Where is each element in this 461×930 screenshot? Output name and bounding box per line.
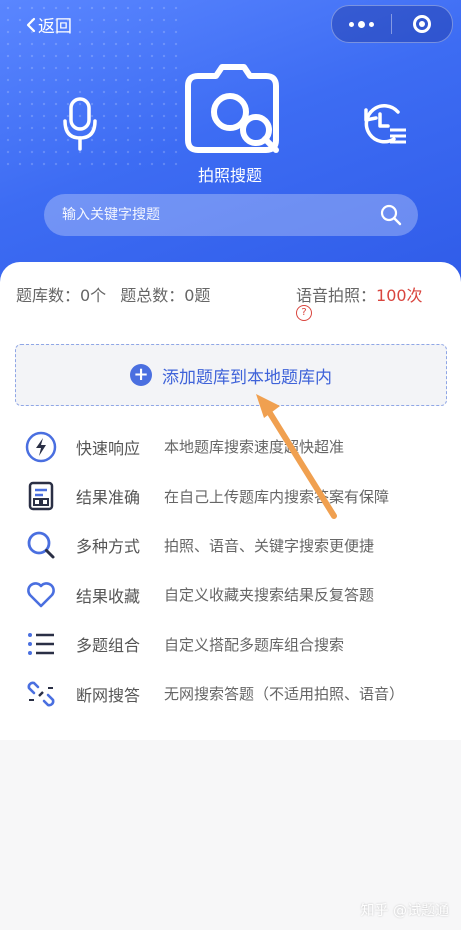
list-icon <box>25 628 57 660</box>
add-bank-label: 添加题库到本地题库内 <box>162 367 332 388</box>
microphone-icon <box>63 97 97 151</box>
photo-search-button[interactable] <box>182 62 282 162</box>
feature-name: 快速响应 <box>76 438 141 458</box>
heart-icon <box>25 579 57 611</box>
dot-icon <box>369 21 374 27</box>
document-icon <box>25 480 57 512</box>
target-circle-icon <box>413 15 431 33</box>
feature-item: 结果准确 在自己上传题库内搜索答案有保障 <box>0 471 461 520</box>
feature-list: 快速响应 本地题库搜索速度超快超准 结果准确 在自己上传题库内搜索答案有保障 多… <box>0 422 461 718</box>
feature-desc: 本地题库搜索速度超快超准 <box>164 438 345 457</box>
camera-search-icon <box>185 64 279 153</box>
feature-item: 多题组合 自定义搭配多题库组合搜索 <box>0 620 461 669</box>
question-total: 题总数：0题 <box>120 286 211 305</box>
photo-search-label: 拍照搜题 <box>197 166 262 185</box>
voice-quota-label: 语音拍照： <box>296 286 377 305</box>
dot-icon <box>358 20 365 28</box>
back-label: 返回 <box>38 17 72 37</box>
chevron-left-icon <box>26 17 36 32</box>
close-miniprogram-button[interactable] <box>392 15 452 33</box>
voice-search-button[interactable] <box>60 96 100 156</box>
search-icon <box>25 529 57 561</box>
voice-quota-count: 100次 <box>376 286 423 305</box>
content-card: 题库数：0个 题总数：0题 语音拍照：100次 ? + 添加题库到本地题库内 快速… <box>0 262 461 740</box>
feature-desc: 自定义搭配多题库组合搜索 <box>164 635 345 654</box>
feature-name: 结果准确 <box>76 488 141 508</box>
search-bar[interactable] <box>44 194 418 236</box>
history-icon <box>364 104 406 144</box>
feature-name: 多题组合 <box>76 636 141 656</box>
back-button[interactable]: 返回 <box>26 12 72 37</box>
feature-item: 断网搜答 无网搜索答题（不适用拍照、语音） <box>0 669 461 718</box>
help-icon[interactable]: ? <box>296 305 312 321</box>
feature-item: 结果收藏 自定义收藏夹搜索结果反复答题 <box>0 570 461 619</box>
miniprogram-capsule <box>331 5 453 43</box>
more-menu-button[interactable] <box>332 20 391 28</box>
lightning-icon <box>25 431 57 463</box>
voice-photo-quota: 语音拍照：100次 <box>296 282 423 306</box>
feature-desc: 拍照、语音、关键字搜索更便捷 <box>164 536 375 555</box>
header-banner: 返回 拍照搜题 <box>0 0 461 300</box>
feature-name: 多种方式 <box>76 537 141 557</box>
feature-desc: 在自己上传题库内搜索答案有保障 <box>164 487 390 506</box>
history-button[interactable] <box>360 100 410 154</box>
search-input[interactable] <box>60 206 380 224</box>
add-question-bank-button[interactable]: + 添加题库到本地题库内 <box>15 344 447 406</box>
bank-count: 题库数：0个 <box>16 286 107 305</box>
dot-icon <box>349 21 354 27</box>
feature-name: 断网搜答 <box>76 685 141 705</box>
feature-name: 结果收藏 <box>76 586 141 606</box>
feature-item: 多种方式 拍照、语音、关键字搜索更便捷 <box>0 521 461 570</box>
feature-desc: 自定义收藏夹搜索结果反复答题 <box>164 586 375 605</box>
watermark: 知乎 @试题通 <box>360 903 449 919</box>
feature-desc: 无网搜索答题（不适用拍照、语音） <box>164 685 405 704</box>
bank-stats: 题库数：0个 题总数：0题 <box>16 282 224 306</box>
plus-circle-icon: + <box>130 364 152 386</box>
feature-item: 快速响应 本地题库搜索速度超快超准 <box>0 422 461 471</box>
search-icon[interactable] <box>380 204 402 226</box>
broken-link-icon <box>25 678 57 710</box>
